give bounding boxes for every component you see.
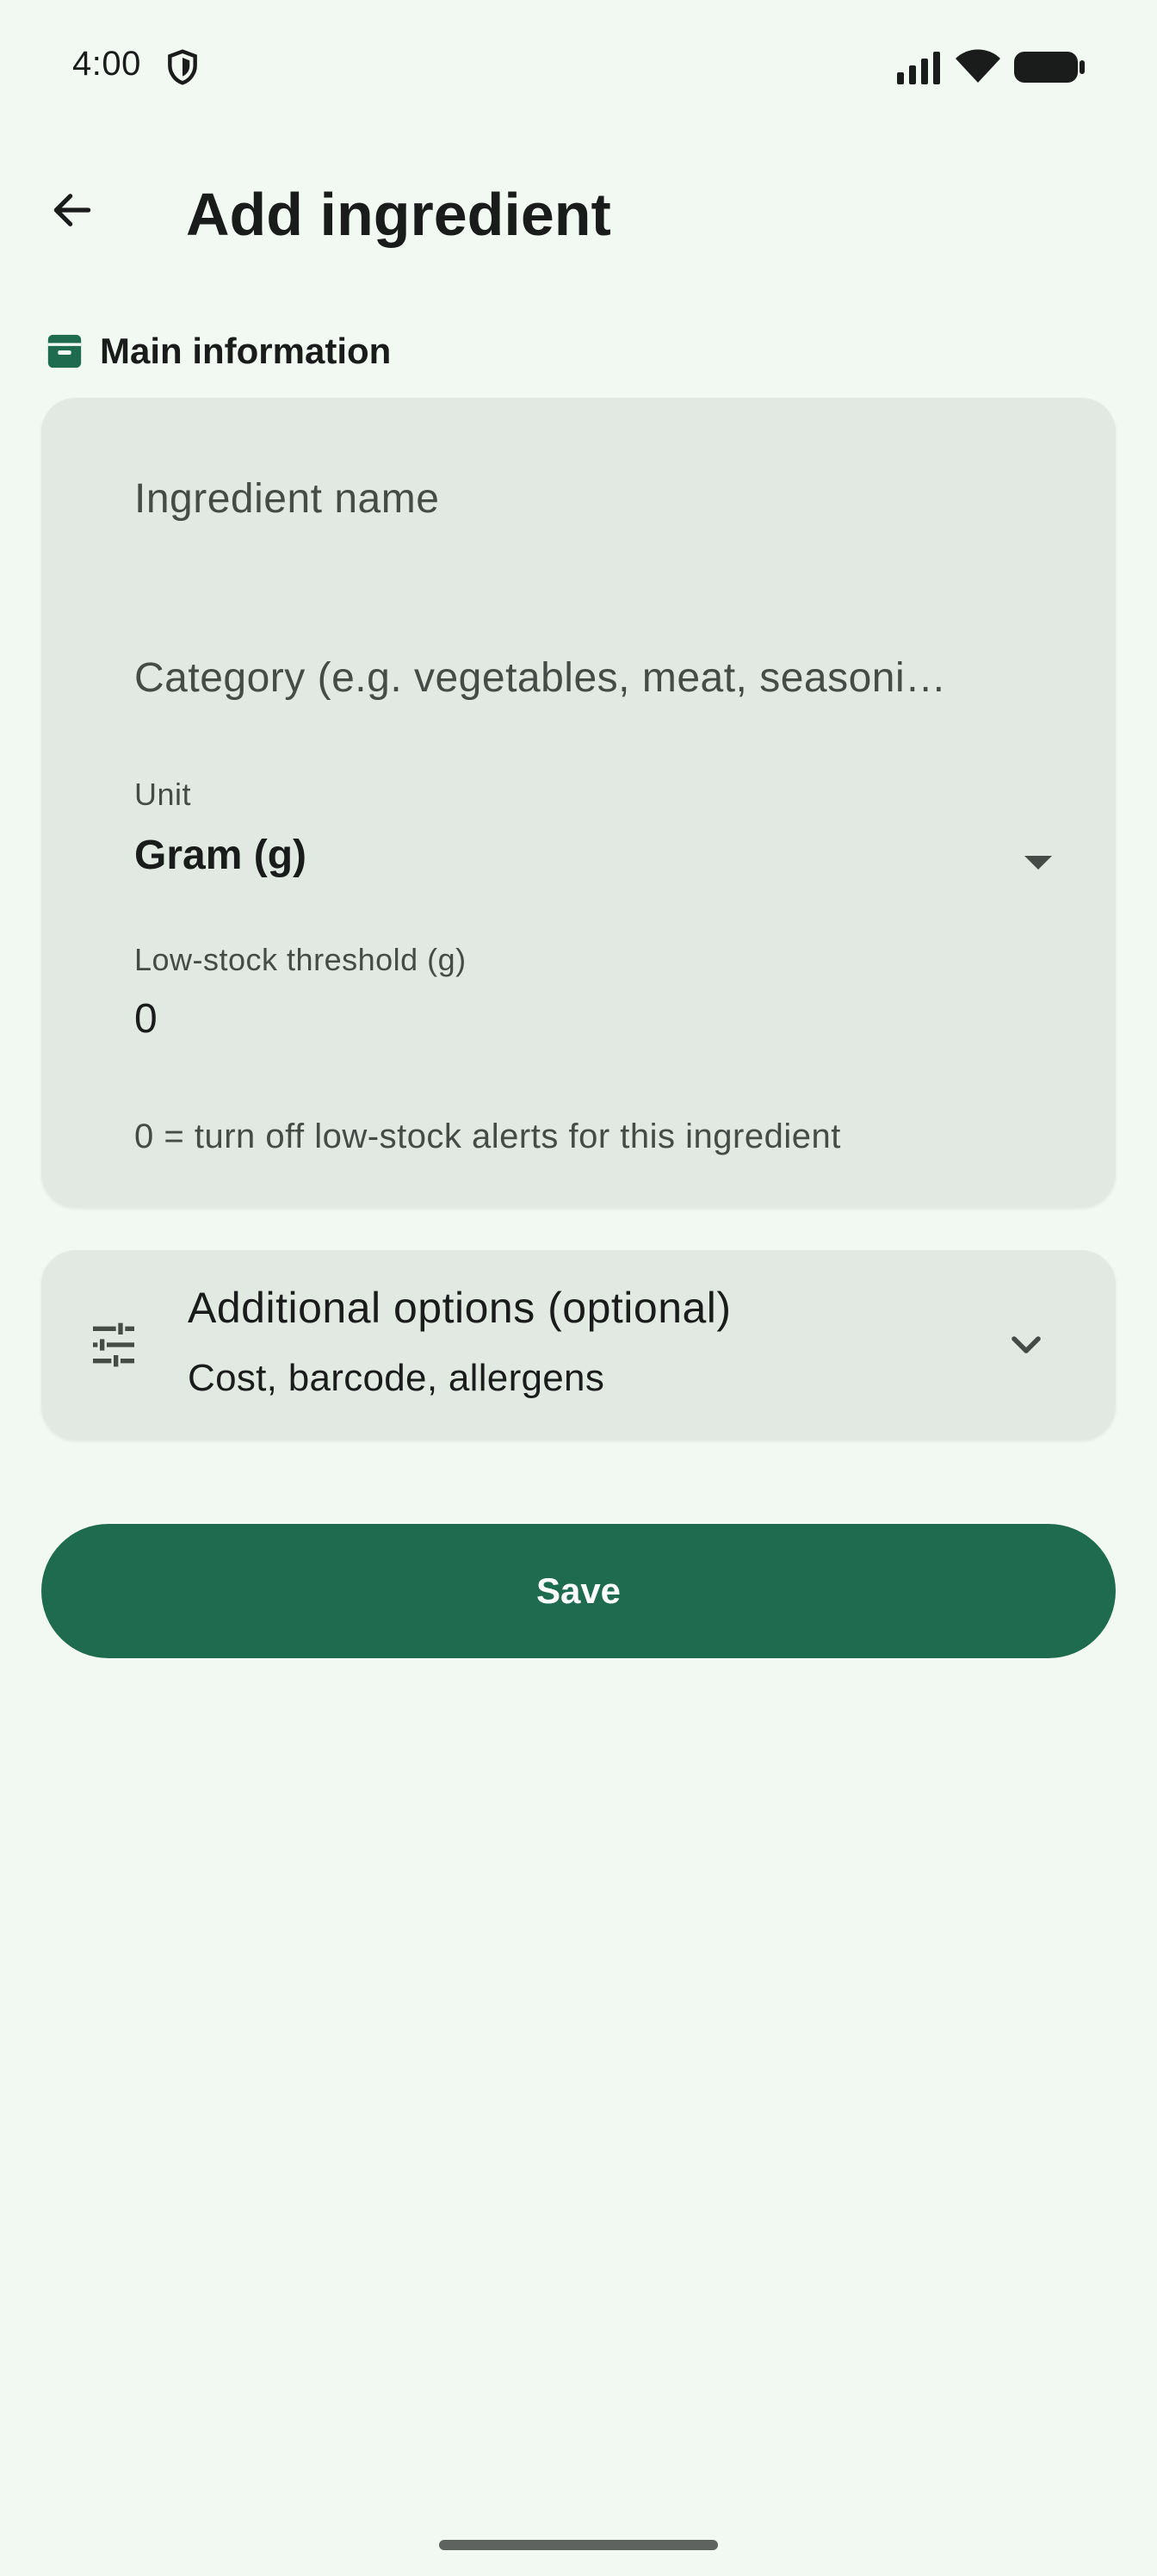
arrow-back-icon — [53, 194, 91, 226]
dropdown-arrow-icon — [1024, 856, 1052, 870]
unit-label: Unit — [134, 777, 192, 812]
category-placeholder: Category (e.g. vegetables, meat, seasoni… — [134, 655, 947, 701]
archive-icon — [47, 334, 82, 368]
main-info-card: Ingredient name Category (e.g. vegetable… — [41, 398, 1116, 1207]
additional-options-expander[interactable]: Additional options (optional) Cost, barc… — [41, 1250, 1116, 1440]
options-title: Additional options (optional) — [188, 1284, 732, 1332]
tune-icon — [93, 1322, 134, 1367]
signal-icon — [897, 52, 940, 84]
section-title: Main information — [100, 331, 392, 371]
shield-icon — [168, 49, 197, 85]
status-bar: 4:00 — [0, 0, 1157, 138]
wifi-icon — [956, 49, 1000, 83]
category-input[interactable]: Category (e.g. vegetables, meat, seasoni… — [134, 654, 1064, 723]
unit-dropdown[interactable]: Unit Gram (g) — [134, 777, 1064, 906]
ingredient-name-input[interactable]: Ingredient name — [134, 475, 1064, 544]
threshold-helper-text: 0 = turn off low-stock alerts for this i… — [134, 1118, 841, 1155]
threshold-label: Low-stock threshold (g) — [134, 942, 467, 977]
back-button[interactable] — [34, 172, 110, 248]
unit-value: Gram (g) — [134, 833, 307, 878]
threshold-value: 0 — [134, 996, 158, 1042]
ingredient-name-placeholder: Ingredient name — [134, 476, 440, 522]
home-indicator[interactable] — [439, 2540, 718, 2550]
section-header: Main information — [45, 327, 391, 375]
page-title: Add ingredient — [186, 181, 611, 248]
save-button[interactable]: Save — [41, 1524, 1116, 1658]
status-time: 4:00 — [72, 45, 141, 83]
chevron-down-icon — [1012, 1336, 1041, 1353]
options-subtitle: Cost, barcode, allergens — [188, 1357, 605, 1399]
threshold-input[interactable]: Low-stock threshold (g) 0 — [134, 942, 1064, 1071]
battery-icon — [1014, 52, 1085, 83]
